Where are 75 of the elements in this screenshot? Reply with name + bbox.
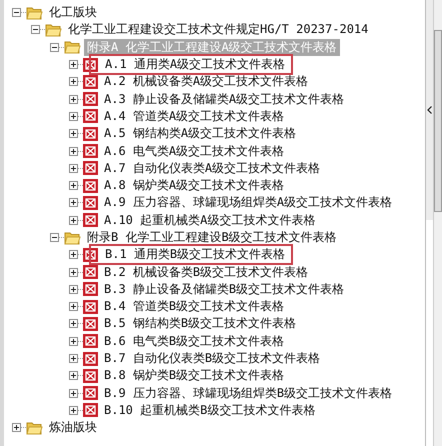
tree-item[interactable]: 化学工业工程建设交工技术文件规定HG/T 20237-2014 [65,21,372,38]
tree-item[interactable]: A.9 压力容器、球罐现场组焊类A级交工技术文件表格 [101,194,396,212]
folder-icon [26,6,43,20]
tree-item[interactable]: 化工版块 [46,4,100,22]
folder-icon [26,420,43,435]
expand-icon[interactable] [69,406,78,415]
tree-item[interactable]: B.8 锅炉类B级交工技术文件表格 [101,367,288,384]
collapse-icon[interactable] [12,8,21,18]
collapse-handle[interactable] [426,0,433,220]
tree-item[interactable]: A.1 通用类A级交工技术文件表格 [89,54,294,76]
collapse-icon[interactable] [31,25,40,34]
tree-item[interactable]: A.3 静止设备及储罐类A级交工技术文件表格 [101,90,348,108]
expand-icon[interactable] [69,60,78,70]
tree-item[interactable]: B.1 通用类B级交工技术文件表格 [89,244,294,266]
tree-item[interactable]: A.2 机械设备类A级交工技术文件表格 [101,73,312,90]
tree-item[interactable]: B.2 机械设备类B级交工技术文件表格 [101,264,312,281]
tree-item[interactable]: B.6 电气类B级交工技术文件表格 [101,332,288,350]
expand-icon[interactable] [69,336,78,346]
expand-icon[interactable] [69,268,78,277]
tree-item[interactable]: B.4 管道类B级交工技术文件表格 [101,298,288,316]
tree-item[interactable]: A.4 管道类A级交工技术文件表格 [101,108,288,125]
expand-icon[interactable] [69,388,78,398]
tree-item[interactable]: B.10 起重机械类B级交工技术文件表格 [101,402,318,419]
spreadsheet-icon [83,316,98,331]
spreadsheet-icon [83,282,98,296]
spreadsheet-icon [83,126,98,141]
spreadsheet-icon [83,144,98,158]
expand-icon[interactable] [69,94,78,104]
spreadsheet-icon [83,178,98,193]
tree-item[interactable]: A.8 锅炉类A级交工技术文件表格 [101,177,288,194]
tree-item[interactable]: B.7 自动化仪表类B级交工技术文件表格 [101,350,324,368]
spreadsheet-icon [83,196,98,210]
spreadsheet-icon [83,368,98,383]
folder-icon [45,22,62,37]
chevron-left-icon [427,106,432,114]
collapse-icon[interactable] [50,42,59,52]
spreadsheet-icon [83,161,98,176]
spreadsheet-icon [83,74,98,89]
expand-icon[interactable] [69,371,78,380]
tree-item[interactable]: 炼油版块 [46,419,100,436]
tree-item[interactable]: B.9 压力容器、球罐现场组焊类B级交工技术文件表格 [101,384,396,402]
folder-icon [64,230,81,244]
spreadsheet-icon [83,109,98,124]
tree-item[interactable]: B.5 钢结构类B级交工技术文件表格 [101,315,300,332]
expand-icon[interactable] [69,198,78,208]
expand-icon[interactable] [69,77,78,86]
expand-icon[interactable] [69,181,78,190]
expand-icon[interactable] [69,164,78,173]
spreadsheet-icon [83,300,98,314]
collapse-icon[interactable] [50,233,59,242]
spreadsheet-icon [83,265,98,280]
expand-icon[interactable] [69,284,78,294]
folder-icon [64,40,81,54]
spreadsheet-icon [83,213,98,228]
expand-icon[interactable] [69,302,78,312]
tree-item[interactable]: A.10 起重机械类A级交工技术文件表格 [101,212,318,229]
tree-item[interactable]: A.6 电气类A级交工技术文件表格 [101,142,288,160]
scrollbar[interactable] [433,0,442,446]
tree-item[interactable]: 附录B 化学工业工程建设B级交工技术文件表格 [84,229,340,246]
expand-icon[interactable] [12,423,21,432]
spreadsheet-icon [83,386,98,400]
expand-icon[interactable] [69,354,78,364]
tree-item[interactable]: B.3 静止设备及储罐类B级交工技术文件表格 [101,280,348,298]
expand-icon[interactable] [69,319,78,328]
tree-item[interactable]: A.7 自动化仪表类A级交工技术文件表格 [101,160,324,177]
expand-icon[interactable] [69,250,78,260]
spreadsheet-icon [83,334,98,348]
spreadsheet-icon [83,92,98,106]
spreadsheet-icon [83,403,98,418]
expand-icon[interactable] [69,146,78,156]
expand-icon[interactable] [69,129,78,138]
expand-icon[interactable] [69,112,78,121]
spreadsheet-icon [83,352,98,366]
tree-item[interactable]: A.5 钢结构类A级交工技术文件表格 [101,125,300,142]
expand-icon[interactable] [69,216,78,225]
